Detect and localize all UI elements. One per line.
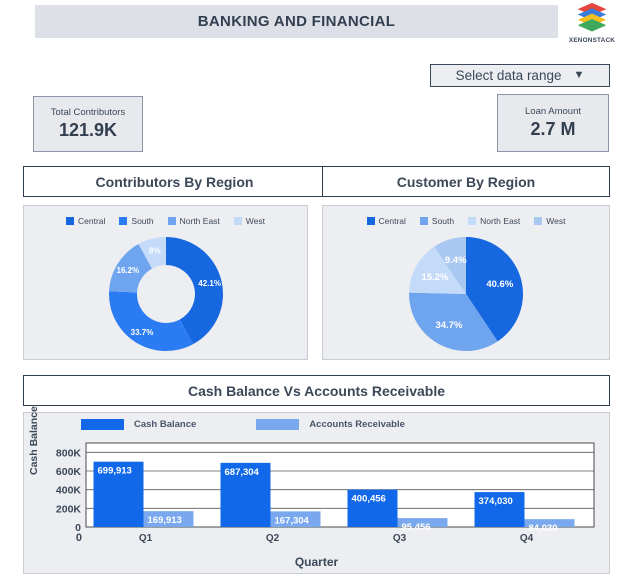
legend-swatch	[167, 217, 176, 225]
customers-panel-title: Customer By Region	[322, 166, 610, 197]
y-axis-label: Cash Balance	[28, 406, 40, 475]
contributors-panel-title: Contributors By Region	[23, 166, 326, 197]
pie-slice-label: 34.7%	[435, 320, 462, 331]
bar-legend-label: Cash Balance	[134, 419, 197, 430]
y-axis-tick-label: 600K	[56, 466, 82, 478]
cash-legend: Cash Balance Accounts Receivable	[81, 419, 405, 430]
legend-label: Central	[378, 216, 406, 226]
chevron-down-icon: ▼	[573, 69, 585, 81]
bar-legend-item[interactable]: Cash Balance	[81, 419, 196, 430]
legend-label: West	[245, 216, 265, 226]
bar-legend-item[interactable]: Accounts Receivable	[256, 419, 405, 430]
y-axis-zero-label: 0	[76, 532, 82, 544]
legend-item[interactable]: West	[534, 216, 566, 226]
x-axis-label: Quarter	[294, 555, 339, 569]
pie-slice-label: 9.4%	[445, 255, 467, 266]
legend-label: South	[431, 216, 455, 226]
legend-item[interactable]: Central	[366, 216, 406, 226]
cash-title-text: Cash Balance Vs Accounts Receivable	[187, 382, 446, 399]
legend-swatch	[233, 217, 242, 225]
legend-item[interactable]: North East	[468, 216, 520, 226]
kpi-label: Total Contributors	[50, 107, 126, 118]
legend-label: North East	[179, 216, 220, 226]
legend-item[interactable]: North East	[167, 216, 220, 226]
bar-value-label: 95,456	[402, 522, 431, 533]
contributors-title-text: Contributors By Region	[95, 173, 254, 190]
legend-item[interactable]: West	[233, 216, 265, 226]
legend-label: South	[131, 216, 154, 226]
pie-slice-label: 33.7%	[130, 328, 153, 337]
donut-svg: 42.1% 33.7% 16.2% 8%	[108, 237, 223, 351]
legend-swatch	[468, 217, 477, 225]
customers-legend: Central South North East West	[323, 216, 609, 226]
bar-chart-svg[interactable]: 0 200K 400K 600K 800K 699,913 169,913 Q1 687,304…	[52, 439, 600, 549]
legend-label: Central	[78, 216, 106, 226]
y-axis-tick-label: 200K	[56, 503, 82, 515]
date-range-label: Select data range	[455, 68, 562, 83]
legend-swatch	[419, 217, 428, 225]
legend-item[interactable]: Central	[66, 216, 105, 226]
dashboard-header: BANKING AND FINANCIAL XENONSTACK	[0, 0, 640, 52]
legend-swatch	[66, 217, 74, 225]
x-axis-tick-label: Q3	[393, 533, 407, 544]
contributors-legend: Central South North East West	[24, 216, 307, 226]
bar-value-label: 699,913	[98, 466, 132, 477]
customers-title-text: Customer By Region	[396, 173, 536, 190]
pie-slice-label: 8%	[149, 246, 161, 255]
cash-panel-title: Cash Balance Vs Accounts Receivable	[23, 375, 610, 406]
legend-label: West	[546, 216, 566, 226]
bar-value-label: 167,304	[275, 515, 310, 526]
kpi-label: Loan Amount	[525, 106, 581, 117]
contributors-donut-chart[interactable]: 42.1% 33.7% 16.2% 8%	[24, 230, 307, 360]
x-axis-tick-label: Q1	[139, 533, 153, 544]
bar-legend-swatch	[81, 419, 124, 430]
legend-swatch	[534, 217, 543, 225]
bar-value-label: 169,913	[148, 515, 182, 526]
kpi-card-loan-amount[interactable]: Loan Amount 2.7 M	[497, 94, 609, 152]
bar-value-label: 400,456	[352, 494, 386, 505]
bar-value-label: 687,304	[225, 467, 260, 478]
pie-slice[interactable]	[108, 291, 193, 351]
customers-pie-chart[interactable]: 40.6% 34.7% 15.2% 9.4%	[323, 230, 609, 360]
bar-legend-label: Accounts Receivable	[309, 419, 405, 430]
page-title: BANKING AND FINANCIAL	[197, 13, 396, 30]
brand-logo-text: XENONSTACK	[568, 37, 616, 44]
header-title-bar: BANKING AND FINANCIAL	[35, 5, 558, 38]
legend-item[interactable]: South	[119, 216, 154, 226]
bar-legend-swatch	[256, 419, 300, 430]
customers-chart-panel: Central South North East West 40.6% 34.7% 15.…	[322, 205, 610, 360]
x-axis-tick-label: Q4	[520, 533, 534, 544]
date-range-select[interactable]: Select data range ▼	[430, 64, 610, 87]
x-axis-tick-label: Q2	[266, 533, 280, 544]
contributors-chart-panel: Central South North East West 42.1% 33.7% 16.…	[23, 205, 308, 360]
cash-chart-panel: Cash Balance Accounts Receivable Cash Bal…	[23, 406, 610, 574]
legend-swatch	[119, 217, 128, 225]
kpi-value: 121.9K	[58, 120, 118, 140]
bar-value-label: 374,030	[479, 496, 513, 507]
legend-label: North East	[480, 216, 521, 226]
pie-slice-label: 42.1%	[198, 279, 221, 288]
pie-slice-label: 16.2%	[116, 266, 139, 275]
pie-svg: 40.6% 34.7% 15.2% 9.4%	[409, 237, 523, 351]
kpi-card-total-contributors[interactable]: Total Contributors 121.9K	[33, 96, 143, 152]
pie-slice-label: 40.6%	[486, 279, 513, 290]
kpi-value: 2.7 M	[530, 119, 576, 139]
y-axis-tick-label: 800K	[56, 447, 82, 459]
stacked-layers-icon	[577, 2, 607, 32]
legend-swatch	[366, 217, 375, 225]
pie-slice-label: 15.2%	[422, 272, 449, 283]
legend-item[interactable]: South	[419, 216, 455, 226]
brand-logo: XENONSTACK	[564, 2, 620, 48]
y-axis-tick-label: 400K	[56, 485, 82, 497]
